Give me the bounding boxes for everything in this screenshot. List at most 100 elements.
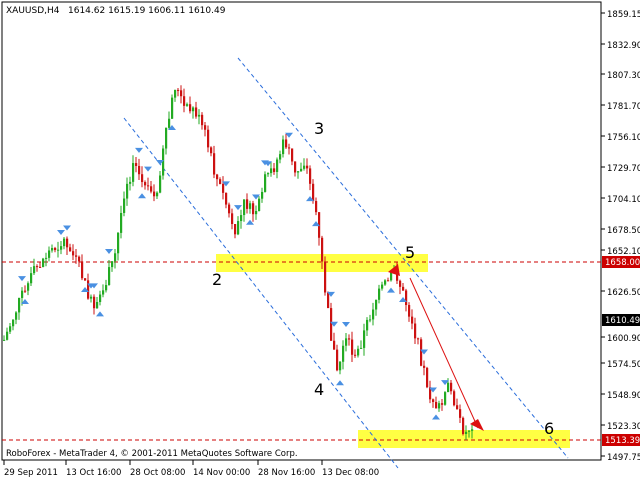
wave-label-4: 4 [314, 380, 324, 399]
candle-body [270, 168, 273, 174]
symbol-timeframe: XAUUSD,H4 [6, 6, 60, 16]
candle-body [414, 323, 417, 339]
candle-body [255, 211, 258, 215]
candle-body [357, 348, 360, 356]
candle-body [63, 238, 66, 247]
candle-body [471, 429, 474, 431]
candle-body [315, 201, 318, 213]
level-1513-label: 1513.39 [605, 436, 640, 446]
candle-body [252, 203, 255, 215]
candle-body [231, 213, 234, 225]
candle-body [447, 382, 450, 393]
candle-body [129, 181, 132, 184]
price-chart[interactable]: 2 3 4 5 6 XAUUSD,H4 1614.62 1615.19 1606… [0, 0, 640, 480]
candle-body [321, 237, 324, 262]
candle-body [336, 349, 339, 371]
chart-area[interactable] [1, 1, 602, 461]
candle-body [171, 97, 174, 119]
candle-body [147, 185, 150, 187]
candle-body [339, 361, 342, 371]
candle-body [228, 204, 231, 214]
candle-body [387, 280, 390, 282]
time-label: 29 Sep 2011 [4, 468, 58, 478]
candle-body [417, 338, 420, 340]
candle-body [441, 403, 444, 405]
candle-body [399, 280, 402, 287]
candle-body [288, 147, 291, 149]
candle-body [168, 118, 171, 128]
candle-body [105, 285, 108, 291]
candle-body [108, 267, 111, 286]
candle-body [354, 354, 357, 356]
candle-body [273, 168, 276, 172]
candle-body [219, 179, 222, 184]
candle-body [186, 104, 189, 106]
price-tick: 1781.70 [607, 102, 640, 112]
candle-body [312, 183, 315, 202]
candle-body [204, 125, 207, 130]
candle-body [90, 296, 93, 299]
candle-body [156, 192, 159, 197]
candle-body [33, 266, 36, 274]
candle-body [183, 96, 186, 106]
candle-body [174, 89, 177, 98]
price-tick: 1678.50 [607, 226, 640, 236]
candle-body [144, 182, 147, 186]
candle-body [177, 89, 180, 91]
candle-body [12, 319, 15, 327]
candle-body [327, 292, 330, 309]
candle-body [291, 148, 294, 162]
price-tick: 1704.10 [607, 195, 640, 205]
candle-body [330, 308, 333, 341]
candle-body [456, 405, 459, 410]
candle-body [75, 255, 78, 257]
candle-body [345, 338, 348, 346]
candle-body [294, 161, 297, 173]
level-1658-label: 1658.00 [605, 258, 640, 268]
candle-body [132, 163, 135, 182]
price-tick: 1626.50 [607, 288, 640, 298]
candle-body [363, 330, 366, 348]
candle-body [114, 253, 117, 262]
price-tick: 1859.15 [607, 10, 640, 20]
candle-body [375, 299, 378, 310]
candle-body [405, 290, 408, 306]
candle-body [246, 199, 249, 209]
candle-body [24, 290, 27, 292]
candle-body [42, 258, 45, 267]
candle-body [360, 347, 363, 349]
candle-body [201, 114, 204, 126]
candle-body [258, 198, 261, 212]
candle-body [234, 224, 237, 235]
candle-body [48, 250, 51, 258]
candle-body [207, 129, 210, 148]
candle-body [237, 221, 240, 235]
price-axis[interactable]: 1859.15 1832.90 1807.30 1781.70 1756.10 … [601, 10, 640, 463]
candle-body [189, 104, 192, 112]
candle-body [351, 339, 354, 355]
candle-body [261, 191, 264, 199]
candle-body [222, 183, 225, 193]
candle-body [444, 392, 447, 405]
candle-body [324, 261, 327, 293]
candle-body [438, 403, 441, 409]
time-label: 14 Nov 00:00 [193, 468, 250, 478]
price-tick: 1652.10 [607, 247, 640, 257]
wave-label-2: 2 [212, 270, 222, 289]
candle-body [462, 417, 465, 435]
candle-body [111, 261, 114, 268]
candle-body [402, 286, 405, 291]
time-label: 28 Oct 08:00 [130, 468, 185, 478]
candle-body [195, 107, 198, 117]
candle-body [384, 280, 387, 285]
candle-body [117, 232, 120, 254]
candle-body [66, 238, 69, 248]
ohlc-values: 1614.62 1615.19 1606.11 1610.49 [68, 6, 226, 16]
candle-body [468, 430, 471, 432]
time-axis[interactable]: 29 Sep 2011 13 Oct 16:00 28 Oct 08:00 14… [3, 460, 379, 478]
candle-body [381, 284, 384, 289]
candle-body [408, 305, 411, 317]
candle-body [192, 107, 195, 112]
candle-body [342, 345, 345, 362]
candle-body [51, 247, 54, 251]
